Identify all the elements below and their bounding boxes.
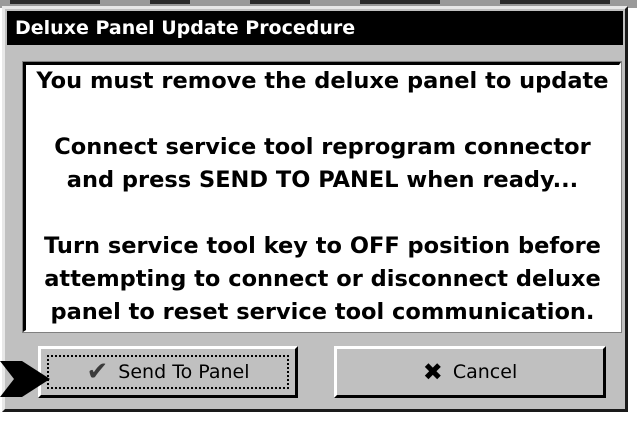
message-line: Turn service tool key to OFF position be… <box>44 233 601 259</box>
message-line: Connect service tool reprogram connector <box>54 134 591 160</box>
message-line: panel to reset service tool communicatio… <box>50 299 595 325</box>
arrow-pointer-icon <box>0 361 50 397</box>
message-line: attempting to connect or disconnect delu… <box>44 266 601 292</box>
cancel-button[interactable]: ✖ Cancel <box>334 346 606 398</box>
dialog-title: Deluxe Panel Update Procedure <box>7 11 623 45</box>
message-line: and press SEND TO PANEL when ready... <box>66 167 579 193</box>
cancel-label: Cancel <box>452 361 518 383</box>
message-line: You must remove the deluxe panel to upda… <box>36 68 609 94</box>
send-to-panel-button[interactable]: ✔ Send To Panel <box>38 346 298 398</box>
message-panel: You must remove the deluxe panel to upda… <box>23 62 621 332</box>
x-icon: ✖ <box>422 358 443 386</box>
focus-rectangle <box>47 355 289 389</box>
